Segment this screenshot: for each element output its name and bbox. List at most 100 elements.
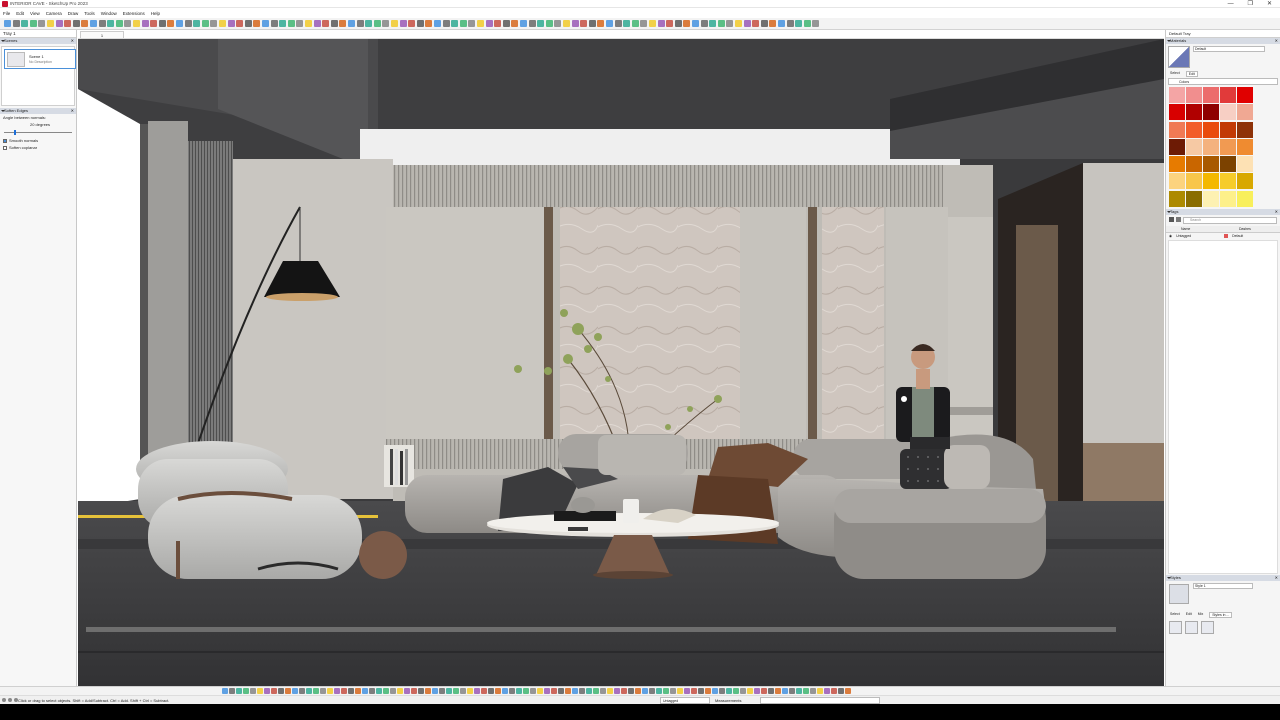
- toolbar-tool-icon[interactable]: [382, 20, 390, 27]
- styles-tab-select[interactable]: Select: [1170, 612, 1180, 618]
- toolbar-tool-icon[interactable]: [90, 20, 97, 27]
- toolbar-tool-icon[interactable]: [769, 20, 777, 27]
- menu-edit[interactable]: Edit: [16, 11, 24, 16]
- material-swatch[interactable]: [1203, 138, 1219, 155]
- toolbar-tool-icon[interactable]: [528, 20, 536, 27]
- material-swatch[interactable]: [1203, 87, 1219, 103]
- material-swatch[interactable]: [1220, 104, 1236, 121]
- material-swatch[interactable]: [1203, 121, 1219, 138]
- toolbar-tool-icon[interactable]: [442, 20, 450, 27]
- toolbar-tool-icon[interactable]: [768, 688, 774, 694]
- toolbar-tool-icon[interactable]: [544, 688, 550, 694]
- toolbar-tool-icon[interactable]: [537, 688, 543, 694]
- toolbar-tool-icon[interactable]: [257, 688, 263, 694]
- material-swatch[interactable]: [1237, 190, 1253, 207]
- toolbar-tool-icon[interactable]: [432, 688, 438, 694]
- toolbar-tool-icon[interactable]: [614, 20, 622, 27]
- toolbar-tool-icon[interactable]: [270, 20, 278, 27]
- toolbar-tool-icon[interactable]: [278, 688, 284, 694]
- soften-coplanar-option[interactable]: Soften coplanar: [0, 144, 76, 151]
- toolbar-tool-icon[interactable]: [236, 688, 242, 694]
- menu-window[interactable]: Window: [101, 11, 117, 16]
- toolbar-tool-icon[interactable]: [296, 20, 304, 27]
- toolbar-tool-icon[interactable]: [495, 688, 501, 694]
- styles-tab-mix[interactable]: Mix: [1198, 612, 1203, 618]
- menu-view[interactable]: View: [30, 11, 40, 16]
- toolbar-tool-icon[interactable]: [467, 688, 473, 694]
- toolbar-tool-icon[interactable]: [365, 20, 373, 27]
- toolbar-tool-icon[interactable]: [253, 20, 261, 27]
- style-thumbnail[interactable]: [1169, 584, 1189, 604]
- toolbar-tool-icon[interactable]: [250, 688, 256, 694]
- tab-edit[interactable]: Edit: [1185, 71, 1198, 77]
- smooth-normals-option[interactable]: Smooth normals: [0, 137, 76, 144]
- toolbar-tool-icon[interactable]: [133, 20, 140, 27]
- toolbar-tool-icon[interactable]: [219, 20, 226, 27]
- smooth-normals-checkbox[interactable]: [3, 138, 7, 143]
- material-swatch[interactable]: [1237, 87, 1253, 103]
- toolbar-tool-icon[interactable]: [322, 20, 330, 27]
- close-icon[interactable]: ✕: [1275, 209, 1278, 215]
- toolbar-tool-icon[interactable]: [754, 688, 760, 694]
- material-swatch[interactable]: [1220, 121, 1236, 138]
- menu-extensions[interactable]: Extensions: [123, 11, 145, 16]
- toolbar-tool-icon[interactable]: [29, 20, 37, 27]
- toolbar-tool-icon[interactable]: [292, 688, 298, 694]
- toolbar-tool-icon[interactable]: [264, 688, 270, 694]
- slider-handle[interactable]: [14, 130, 16, 135]
- toolbar-tool-icon[interactable]: [789, 688, 795, 694]
- toolbar-tool-icon[interactable]: [434, 20, 441, 27]
- material-swatch[interactable]: [1220, 138, 1236, 155]
- minimize-button[interactable]: —: [1228, 0, 1234, 8]
- material-swatch[interactable]: [1186, 87, 1202, 103]
- toolbar-tool-icon[interactable]: [752, 20, 760, 27]
- toolbar-tool-icon[interactable]: [803, 20, 811, 27]
- soften-coplanar-checkbox[interactable]: [3, 145, 7, 150]
- toolbar-tool-icon[interactable]: [451, 20, 459, 27]
- close-icon[interactable]: ✕: [71, 38, 74, 44]
- material-swatch[interactable]: [1169, 104, 1185, 121]
- toolbar-tool-icon[interactable]: [502, 688, 508, 694]
- toolbar-tool-icon[interactable]: [747, 688, 753, 694]
- toolbar-tool-icon[interactable]: [98, 20, 106, 27]
- toolbar-tool-icon[interactable]: [657, 20, 665, 27]
- toolbar-tool-icon[interactable]: [775, 688, 781, 694]
- toolbar-tool-icon[interactable]: [726, 20, 734, 27]
- name-column-header[interactable]: Name: [1181, 227, 1231, 231]
- tray-tab[interactable]: Default Tray: [1166, 30, 1280, 38]
- material-swatch[interactable]: [1220, 190, 1236, 207]
- scene-tab[interactable]: 1: [80, 31, 124, 38]
- toolbar-tool-icon[interactable]: [684, 688, 690, 694]
- toolbar-tool-icon[interactable]: [271, 688, 277, 694]
- material-swatch[interactable]: [1169, 190, 1185, 207]
- toolbar-tool-icon[interactable]: [305, 20, 312, 27]
- toolbar-tool-icon[interactable]: [299, 688, 305, 694]
- toolbar-tool-icon[interactable]: [606, 20, 613, 27]
- toolbar-tool-icon[interactable]: [700, 20, 708, 27]
- toolbar-tool-icon[interactable]: [628, 688, 634, 694]
- toolbar-tool-icon[interactable]: [649, 20, 656, 27]
- toolbar-tool-icon[interactable]: [446, 688, 452, 694]
- toolbar-tool-icon[interactable]: [778, 20, 785, 27]
- toolbar-tool-icon[interactable]: [193, 20, 201, 27]
- close-icon[interactable]: ✕: [71, 108, 74, 114]
- toolbar-tool-icon[interactable]: [320, 688, 326, 694]
- toolbar-tool-icon[interactable]: [845, 688, 851, 694]
- toolbar-tool-icon[interactable]: [287, 20, 295, 27]
- toolbar-tool-icon[interactable]: [176, 20, 183, 27]
- toolbar-tool-icon[interactable]: [735, 20, 742, 27]
- toolbar-tool-icon[interactable]: [38, 20, 46, 27]
- toolbar-tool-icon[interactable]: [516, 688, 522, 694]
- toolbar-tool-icon[interactable]: [222, 688, 228, 694]
- toolbar-tool-icon[interactable]: [47, 20, 54, 27]
- toolbar-tool-icon[interactable]: [425, 688, 431, 694]
- toolbar-tool-icon[interactable]: [795, 20, 803, 27]
- active-tag-selector[interactable]: Untagged: [660, 697, 710, 704]
- toolbar-tool-icon[interactable]: [416, 20, 424, 27]
- toolbar-tool-icon[interactable]: [124, 20, 132, 27]
- toolbar-tool-icon[interactable]: [376, 688, 382, 694]
- style-option[interactable]: [1201, 621, 1214, 634]
- toolbar-tool-icon[interactable]: [733, 688, 739, 694]
- user-icon[interactable]: [8, 698, 12, 702]
- menu-draw[interactable]: Draw: [68, 11, 79, 16]
